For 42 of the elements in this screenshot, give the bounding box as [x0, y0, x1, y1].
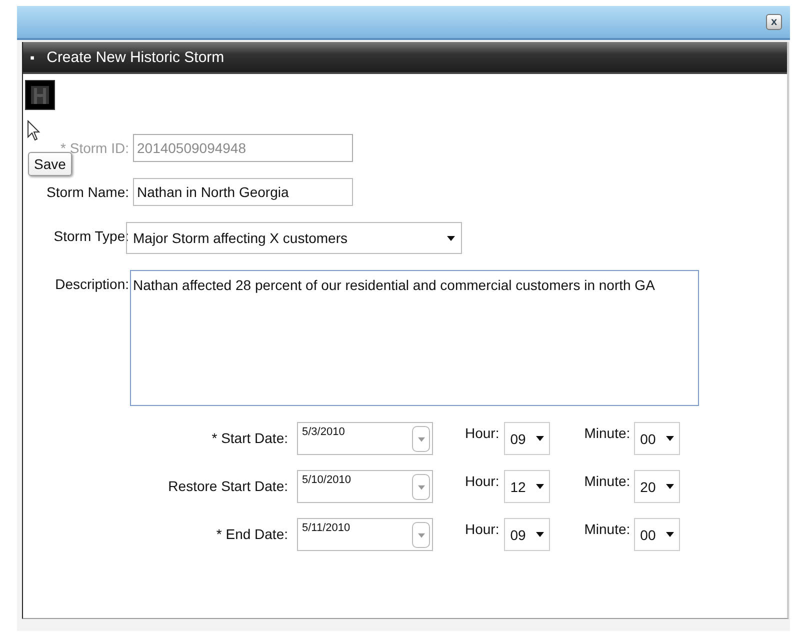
date-dropdown-button[interactable]	[412, 426, 430, 452]
minute-label: Minute:	[584, 424, 630, 441]
caret-icon	[536, 532, 544, 537]
panel-title: Create New Historic Storm	[46, 48, 224, 66]
date-field[interactable]: 5/3/2010	[297, 422, 433, 455]
caret-icon	[666, 484, 674, 489]
field-label: Storm Name:	[46, 183, 130, 200]
collapse-button[interactable]: ▪	[30, 50, 35, 64]
save-button[interactable]	[25, 80, 55, 110]
hour-label: Hour:	[465, 520, 500, 537]
minute-label: Minute:	[584, 520, 630, 537]
date-label: * Start Date:	[210, 429, 289, 446]
description-field[interactable]: Nathan affected 28 percent of our residential and commercial customers in north GA	[130, 270, 699, 406]
caret-icon	[536, 484, 544, 489]
caret-icon	[418, 436, 424, 442]
hour-dropdown[interactable]: 12	[504, 470, 550, 503]
date-label: Restore Start Date:	[167, 477, 289, 494]
minute-dropdown[interactable]: 20	[634, 470, 680, 503]
date-label: * End Date:	[215, 525, 289, 542]
cursor-icon	[27, 120, 41, 142]
date-field[interactable]: 5/11/2010	[297, 518, 433, 551]
minute-label: Minute:	[584, 472, 630, 489]
storm-type-dropdown[interactable]: Major Storm affecting X customers	[126, 222, 462, 254]
hour-label: Hour:	[465, 472, 500, 489]
caret-icon	[418, 532, 424, 538]
hour-label: Hour:	[465, 424, 500, 441]
text-field[interactable]: Nathan in North Georgia	[133, 178, 353, 206]
caret-icon	[447, 236, 455, 240]
caret-icon	[418, 484, 424, 490]
caret-icon	[536, 436, 544, 441]
hour-dropdown[interactable]: 09	[504, 422, 550, 455]
minute-dropdown[interactable]: 00	[634, 422, 680, 455]
caret-icon	[666, 436, 674, 441]
date-dropdown-button[interactable]	[412, 522, 430, 548]
caret-icon	[666, 532, 674, 537]
minute-dropdown[interactable]: 00	[634, 518, 680, 551]
date-field[interactable]: 5/10/2010	[297, 470, 433, 503]
save-tooltip: Save	[28, 152, 72, 176]
close-button[interactable]: x	[766, 14, 782, 30]
date-dropdown-button[interactable]	[412, 474, 430, 500]
hour-dropdown[interactable]: 09	[504, 518, 550, 551]
field-label: Description:	[54, 275, 130, 292]
